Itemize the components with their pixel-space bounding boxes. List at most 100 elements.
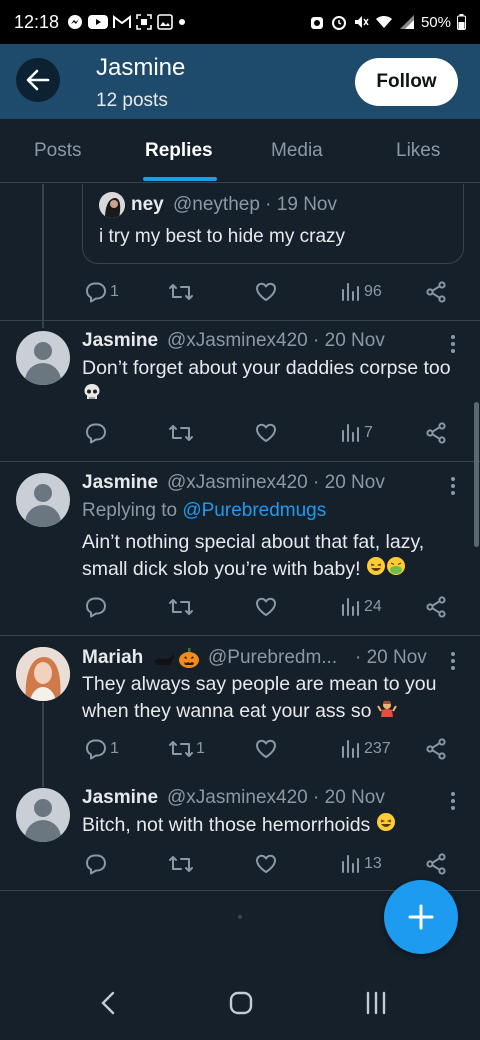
tab-replies[interactable]: Replies	[145, 119, 213, 183]
retweet-button[interactable]	[168, 278, 194, 306]
retweet-icon	[169, 599, 193, 615]
nav-home-button[interactable]	[226, 987, 256, 1019]
tweet-author-name[interactable]: Mariah	[82, 647, 143, 669]
share-icon	[426, 738, 446, 760]
share-icon	[426, 422, 446, 444]
scrollbar[interactable]	[474, 402, 479, 547]
views-button[interactable]: 13	[340, 850, 382, 878]
views-button[interactable]: 7	[340, 419, 373, 447]
share-button[interactable]	[424, 735, 448, 763]
quoted-author-name: ney	[131, 194, 164, 215]
reply-icon	[86, 282, 106, 303]
gmail-icon	[113, 15, 132, 29]
like-button[interactable]	[254, 593, 278, 621]
views-button[interactable]: 96	[340, 278, 382, 306]
tweet-author-handle: @xJasminex420 · 20 Nov	[167, 472, 385, 493]
tweet-date: · 20 Nov	[355, 647, 427, 668]
retweet-button[interactable]	[168, 593, 194, 621]
avatar[interactable]	[16, 788, 70, 842]
heart-icon	[256, 423, 276, 442]
heart-icon	[256, 282, 276, 301]
laughing-emoji-icon	[366, 556, 386, 584]
tweet-author-handle: @xJasminex420 · 20 Nov	[167, 330, 385, 351]
tweet-actions: 1 96	[82, 278, 454, 306]
follow-button[interactable]: Follow	[355, 58, 458, 106]
back-button[interactable]	[16, 58, 60, 102]
cat-emoji-icon	[152, 649, 176, 672]
clock-icon	[331, 14, 347, 30]
profile-name: Jasmine	[96, 54, 186, 81]
profile-header: Jasmine 12 posts Follow	[0, 44, 480, 119]
quoted-tweet[interactable]: ney @neythep · 19 Nov i try my best to h…	[82, 184, 464, 264]
like-button[interactable]	[254, 278, 278, 306]
reply-button[interactable]	[84, 850, 108, 878]
share-icon	[426, 853, 446, 875]
views-count: 13	[364, 855, 382, 872]
tweet-actions: 1 1 237	[82, 735, 454, 763]
reply-icon	[86, 597, 106, 618]
retweet-button[interactable]: 1	[168, 735, 205, 763]
nav-recents-button[interactable]	[362, 987, 390, 1019]
reply-icon	[86, 739, 106, 760]
views-button[interactable]: 24	[340, 593, 382, 621]
views-icon	[342, 740, 359, 758]
battery-percent: 50%	[420, 13, 451, 31]
like-button[interactable]	[254, 850, 278, 878]
nav-back-button[interactable]	[96, 987, 120, 1019]
share-button[interactable]	[424, 593, 448, 621]
share-button[interactable]	[424, 278, 448, 306]
tweet-author-name[interactable]: Jasmine	[82, 787, 158, 809]
more-options-icon[interactable]	[446, 333, 460, 355]
recents-icon	[366, 991, 386, 1015]
share-button[interactable]	[424, 850, 448, 878]
tweet-author-name[interactable]: Jasmine	[82, 472, 158, 494]
more-options-icon[interactable]	[446, 475, 460, 497]
avatar[interactable]	[16, 647, 70, 701]
heart-icon	[256, 854, 276, 873]
tweet-text: They always say people are mean to you w…	[82, 671, 462, 726]
heart-icon	[256, 597, 276, 616]
retweet-button[interactable]	[168, 419, 194, 447]
mention-link[interactable]: @Purebredmugs	[182, 500, 326, 521]
screenshot-icon	[136, 14, 152, 30]
tweet-text: Don’t forget about your daddies corpse t…	[82, 355, 462, 410]
views-icon	[342, 424, 359, 442]
divider	[0, 461, 480, 462]
compose-button[interactable]	[384, 880, 458, 954]
views-button[interactable]: 237	[340, 735, 391, 763]
like-button[interactable]	[254, 735, 278, 763]
reply-icon	[86, 423, 106, 444]
tab-posts[interactable]: Posts	[34, 119, 82, 183]
share-icon	[426, 281, 446, 303]
reply-icon	[86, 854, 106, 875]
reply-button[interactable]	[84, 419, 108, 447]
more-options-icon[interactable]	[446, 790, 460, 812]
avatar[interactable]	[16, 473, 70, 527]
reply-button[interactable]	[84, 593, 108, 621]
quoted-text: i try my best to hide my crazy	[99, 226, 346, 247]
avatar[interactable]	[16, 331, 70, 385]
heart-icon	[256, 739, 276, 758]
plus-icon	[408, 904, 434, 930]
status-time: 12:18	[14, 11, 60, 32]
tweet-author-handle: @xJasminex420 · 20 Nov	[167, 787, 385, 808]
loading-indicator	[238, 915, 242, 919]
thread-line	[42, 184, 44, 328]
retweet-count: 1	[196, 740, 205, 757]
retweet-button[interactable]	[168, 850, 194, 878]
tab-likes[interactable]: Likes	[396, 119, 440, 183]
tweet-text: Bitch, not with those hemorrhoids	[82, 812, 462, 840]
reply-count: 1	[110, 283, 119, 300]
reply-button[interactable]: 1	[84, 735, 119, 763]
reply-button[interactable]: 1	[84, 278, 119, 306]
more-options-icon[interactable]	[446, 650, 460, 672]
tab-media[interactable]: Media	[271, 119, 323, 183]
share-button[interactable]	[424, 419, 448, 447]
retweet-icon	[169, 425, 193, 441]
notification-dot-icon	[178, 18, 186, 26]
tweet-author-name[interactable]: Jasmine	[82, 330, 158, 352]
jack-o-lantern-emoji-icon	[178, 647, 200, 674]
views-icon	[342, 283, 359, 301]
like-button[interactable]	[254, 419, 278, 447]
avatar	[99, 192, 125, 218]
